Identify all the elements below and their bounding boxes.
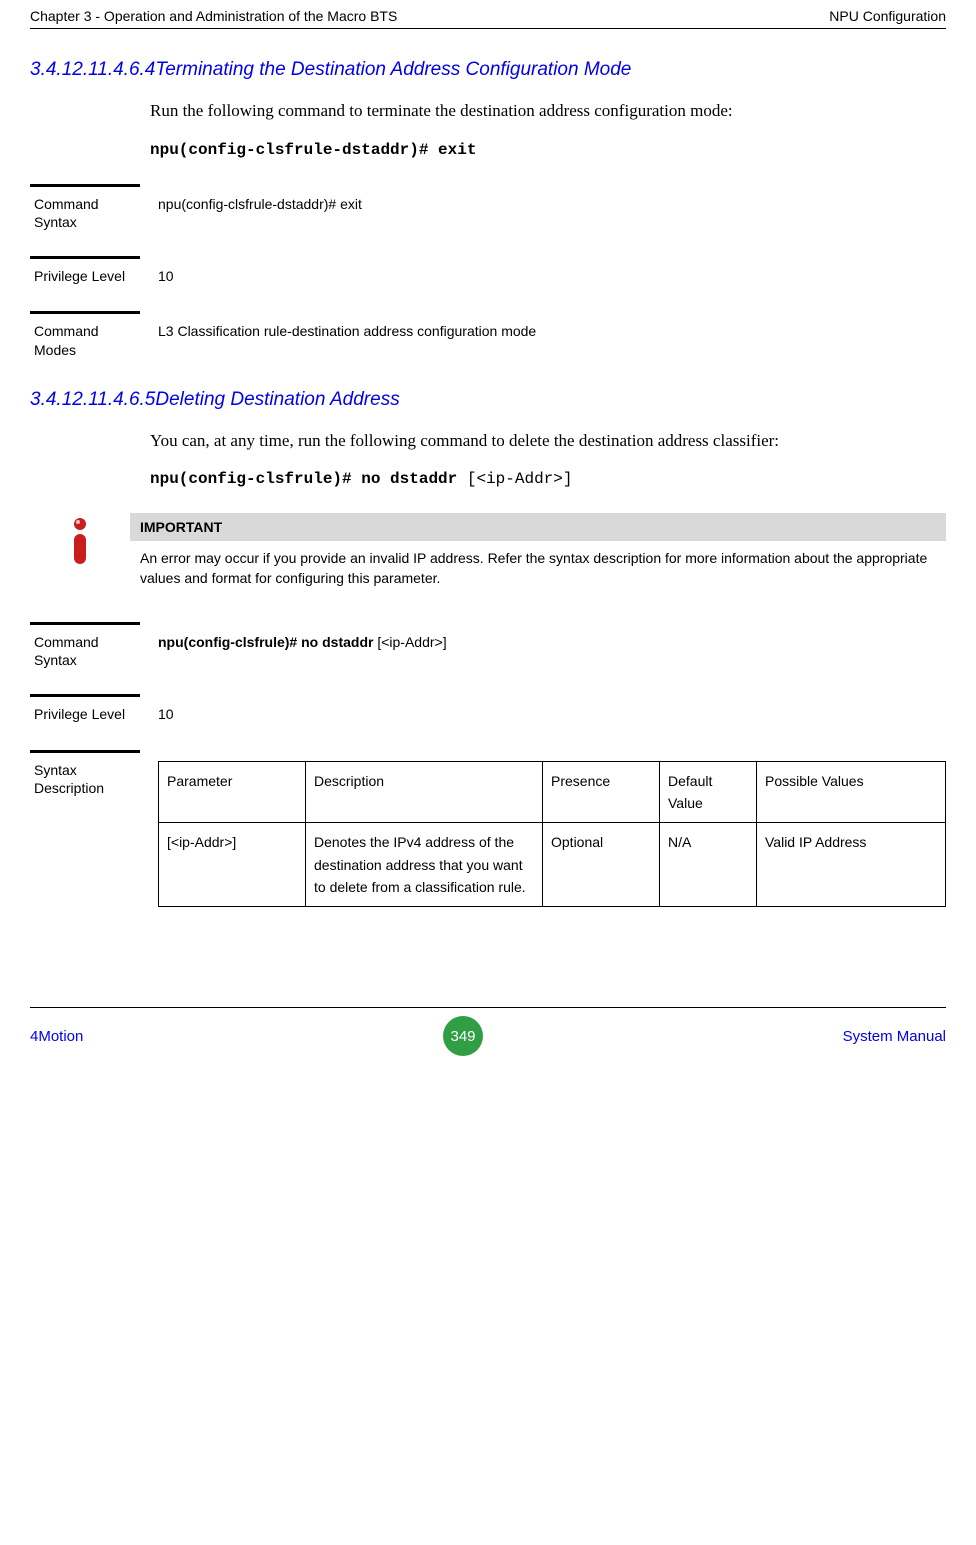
- s1-privilege-level-value: 10: [140, 256, 946, 287]
- footer-right: System Manual: [843, 1028, 946, 1045]
- s2-privilege-level-value: 10: [140, 694, 946, 725]
- important-text: An error may occur if you provide an inv…: [130, 541, 946, 596]
- section2-body: You can, at any time, run the following …: [150, 428, 946, 454]
- s1-command-modes-value: L3 Classification rule-destination addre…: [140, 311, 946, 342]
- section-title-2: Deleting Destination Address: [155, 389, 399, 410]
- page-header: Chapter 3 - Operation and Administration…: [30, 0, 946, 29]
- s2-command-syntax-value: npu(config-clsfrule)# no dstaddr [<ip-Ad…: [140, 622, 946, 653]
- td-possible-values: Valid IP Address: [757, 823, 946, 907]
- s2-command-syntax-rest: [<ip-Addr>]: [377, 634, 446, 650]
- page-footer: 4Motion 349 System Manual: [30, 1007, 946, 1071]
- th-default-value: Default Value: [660, 761, 757, 823]
- th-description: Description: [306, 761, 543, 823]
- th-possible-values: Possible Values: [757, 761, 946, 823]
- header-right: NPU Configuration: [829, 8, 946, 24]
- th-presence: Presence: [543, 761, 660, 823]
- td-presence: Optional: [543, 823, 660, 907]
- section1-body: Run the following command to terminate t…: [150, 98, 946, 124]
- section-number-2: 3.4.12.11.4.6.5: [30, 389, 155, 410]
- section-number-1: 3.4.12.11.4.6.4: [30, 59, 155, 80]
- syntax-description-table: Parameter Description Presence Default V…: [158, 761, 946, 908]
- s2-privilege-level-label: Privilege Level: [30, 694, 140, 723]
- s2-command-syntax-bold: npu(config-clsfrule)# no dstaddr: [158, 634, 377, 650]
- important-title: IMPORTANT: [130, 513, 946, 541]
- td-description: Denotes the IPv4 address of the destinat…: [306, 823, 543, 907]
- s2-syntax-description-label: Syntax Description: [30, 750, 140, 797]
- td-default-value: N/A: [660, 823, 757, 907]
- info-icon: [30, 513, 130, 573]
- s1-command-syntax-label: Command Syntax: [30, 184, 140, 231]
- th-parameter: Parameter: [159, 761, 306, 823]
- s1-privilege-level-label: Privilege Level: [30, 256, 140, 285]
- table-row: [<ip-Addr>] Denotes the IPv4 address of …: [159, 823, 946, 907]
- important-callout: IMPORTANT An error may occur if you prov…: [30, 513, 946, 596]
- section2-code-bold: npu(config-clsfrule)# no dstaddr: [150, 470, 467, 488]
- table-header-row: Parameter Description Presence Default V…: [159, 761, 946, 823]
- section2-code: npu(config-clsfrule)# no dstaddr [<ip-Ad…: [150, 470, 946, 488]
- s2-command-syntax-label: Command Syntax: [30, 622, 140, 669]
- section-title-1: Terminating the Destination Address Conf…: [155, 59, 631, 80]
- section2-code-param: [<ip-Addr>]: [467, 470, 573, 488]
- header-left: Chapter 3 - Operation and Administration…: [30, 8, 397, 24]
- td-parameter: [<ip-Addr>]: [159, 823, 306, 907]
- page-number-badge: 349: [443, 1016, 483, 1056]
- footer-left: 4Motion: [30, 1028, 83, 1045]
- s1-command-modes-label: Command Modes: [30, 311, 140, 358]
- section-heading-2: 3.4.12.11.4.6.5Deleting Destination Addr…: [30, 389, 946, 411]
- section-heading-1: 3.4.12.11.4.6.4Terminating the Destinati…: [30, 59, 946, 81]
- section1-code: npu(config-clsfrule-dstaddr)# exit: [150, 141, 946, 159]
- s1-command-syntax-value: npu(config-clsfrule-dstaddr)# exit: [140, 184, 946, 215]
